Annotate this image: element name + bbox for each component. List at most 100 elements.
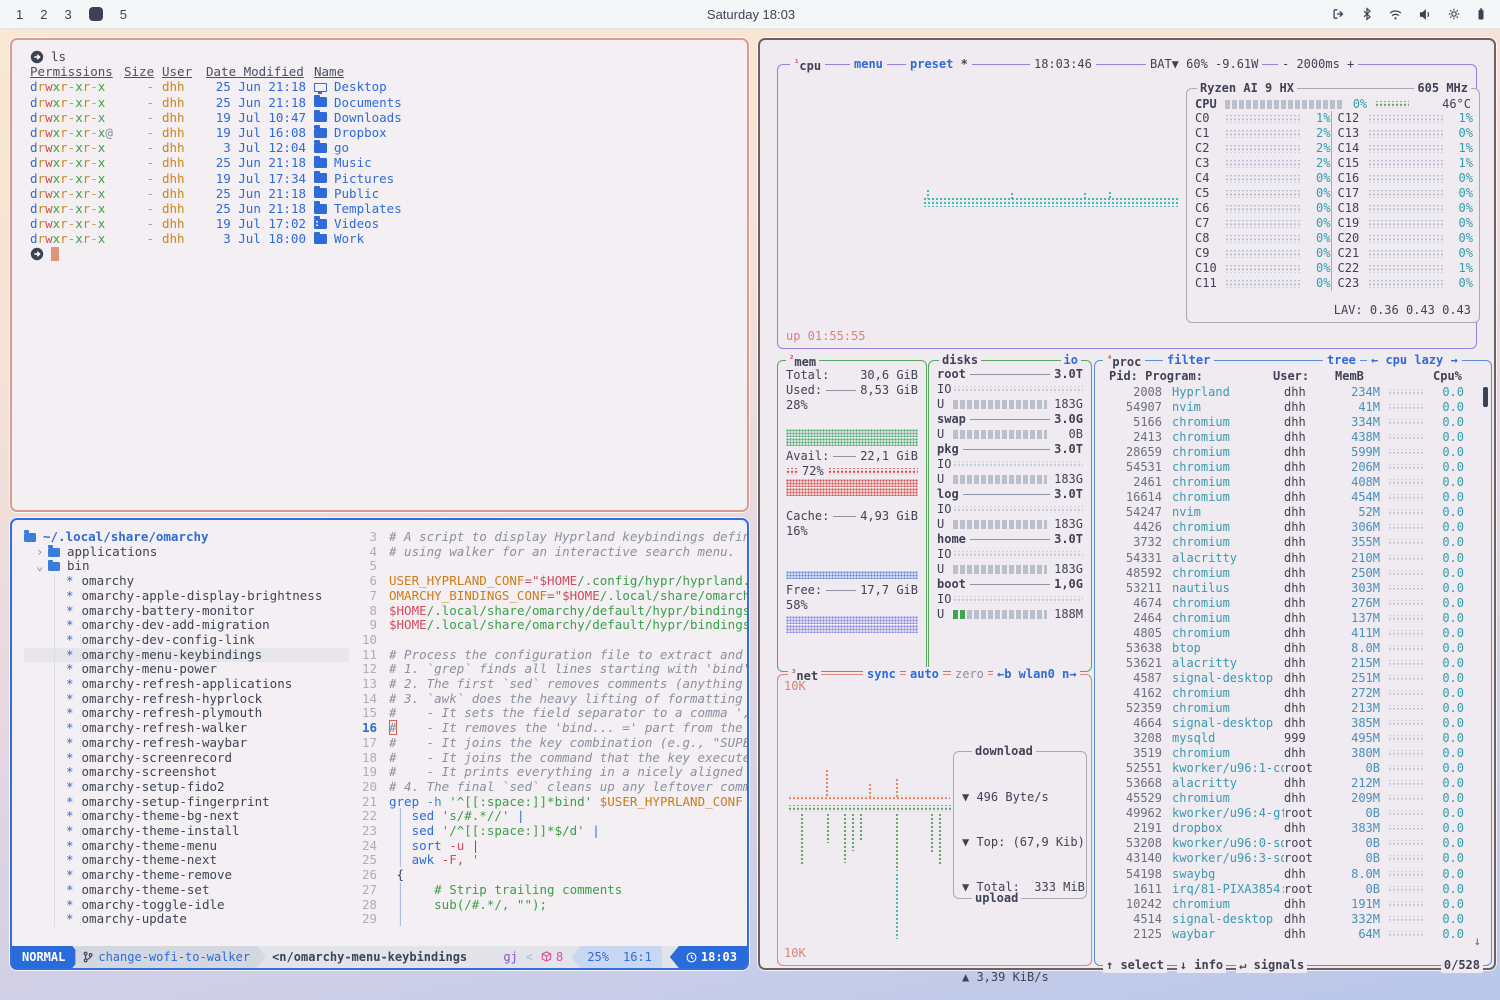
process-row-54331[interactable]: 54331alacrittydhh210M0.0 <box>1095 551 1481 566</box>
process-row-53638[interactable]: 53638btopdhh8.0M0.0 <box>1095 641 1481 656</box>
tree-dir-bin[interactable]: ⌄ bin <box>24 559 349 574</box>
menu-button[interactable]: menu <box>850 57 887 72</box>
tree-item-omarchy-screenshot[interactable]: *omarchy-screenshot <box>24 765 349 780</box>
tree-item-omarchy-apple-display-brightness[interactable]: *omarchy-apple-display-brightness <box>24 589 349 604</box>
process-row-4664[interactable]: 4664signal-desktopdhh385M0.0 <box>1095 716 1481 731</box>
process-row-52359[interactable]: 52359chromiumdhh213M0.0 <box>1095 701 1481 716</box>
code-editor[interactable]: 3# A script to display Hyprland keybindi… <box>349 520 747 946</box>
proc-select-hint[interactable]: ↑ select <box>1103 958 1167 973</box>
tree-item-omarchy-refresh-applications[interactable]: *omarchy-refresh-applications <box>24 677 349 692</box>
process-row-4587[interactable]: 4587signal-desktopdhh251M0.0 <box>1095 671 1481 686</box>
tree-item-omarchy-refresh-walker[interactable]: *omarchy-refresh-walker <box>24 721 349 736</box>
proc-filter-button[interactable]: filter <box>1163 353 1214 368</box>
process-row-3732[interactable]: 3732chromiumdhh355M0.0 <box>1095 535 1481 550</box>
battery-icon[interactable] <box>1476 7 1486 21</box>
tree-item-omarchy-theme-set[interactable]: *omarchy-theme-set <box>24 883 349 898</box>
process-row-5166[interactable]: 5166chromiumdhh334M0.0 <box>1095 415 1481 430</box>
process-row-49962[interactable]: 49962kworker/u96:4-gfroot0B0.0 <box>1095 806 1481 821</box>
workspace-5[interactable]: 5 <box>120 7 127 22</box>
tree-item-omarchy-menu-power[interactable]: *omarchy-menu-power <box>24 662 349 677</box>
process-row-48592[interactable]: 48592chromiumdhh250M0.0 <box>1095 566 1481 581</box>
process-row-3208[interactable]: 3208mysqld999495M0.0 <box>1095 731 1481 746</box>
process-row-43140[interactable]: 43140kworker/u96:3-sdroot0B0.0 <box>1095 851 1481 866</box>
workspace-4[interactable] <box>89 7 103 21</box>
tree-item-omarchy-theme-next[interactable]: *omarchy-theme-next <box>24 853 349 868</box>
process-row-4805[interactable]: 4805chromiumdhh411M0.0 <box>1095 626 1481 641</box>
process-row-3519[interactable]: 3519chromiumdhh380M0.0 <box>1095 746 1481 761</box>
col-memb[interactable]: MemB <box>1335 369 1364 384</box>
process-row-45529[interactable]: 45529chromiumdhh209M0.0 <box>1095 791 1481 806</box>
net-interface[interactable]: ←b wlan0 n→ <box>993 667 1080 682</box>
disks-title[interactable]: disks <box>939 353 981 368</box>
tree-item-omarchy-toggle-idle[interactable]: *omarchy-toggle-idle <box>24 898 349 913</box>
tree-item-omarchy-theme-install[interactable]: *omarchy-theme-install <box>24 824 349 839</box>
net-auto-button[interactable]: auto <box>906 667 943 682</box>
workspace-3[interactable]: 3 <box>64 7 71 22</box>
proc-scrollbar[interactable] <box>1483 387 1488 407</box>
tree-root[interactable]: ~/.local/share/omarchy <box>24 530 349 545</box>
process-row-53668[interactable]: 53668alacrittydhh212M0.0 <box>1095 776 1481 791</box>
tree-item-omarchy-refresh-hyprlock[interactable]: *omarchy-refresh-hyprlock <box>24 692 349 707</box>
scroll-down-icon[interactable]: ↓ <box>1474 934 1481 949</box>
net-zero-button[interactable]: zero <box>951 667 988 682</box>
tree-item-omarchy-update[interactable]: *omarchy-update <box>24 912 349 927</box>
workspace-2[interactable]: 2 <box>40 7 47 22</box>
process-row-4162[interactable]: 4162chromiumdhh272M0.0 <box>1095 686 1481 701</box>
bluetooth-icon[interactable] <box>1361 7 1373 21</box>
tab-cpu[interactable]: ¹cpu <box>790 57 825 74</box>
process-row-16614[interactable]: 16614chromiumdhh454M0.0 <box>1095 490 1481 505</box>
workspace-1[interactable]: 1 <box>16 7 23 22</box>
process-row-2008[interactable]: 2008Hyprlanddhh234M0.0 <box>1095 385 1481 400</box>
process-row-2125[interactable]: 2125waybardhh64M0.0 <box>1095 927 1481 942</box>
tree-item-omarchy-screenrecord[interactable]: *omarchy-screenrecord <box>24 751 349 766</box>
update-interval[interactable]: - 2000ms + <box>1278 57 1358 72</box>
col-user[interactable]: User: <box>1273 369 1309 384</box>
logout-icon[interactable] <box>1331 7 1346 21</box>
io-toggle[interactable]: io <box>1061 353 1081 368</box>
git-branch-segment[interactable]: change-wofi-to-walker <box>75 946 266 968</box>
process-row-2464[interactable]: 2464chromiumdhh137M0.0 <box>1095 611 1481 626</box>
tree-item-omarchy-dev-config-link[interactable]: *omarchy-dev-config-link <box>24 633 349 648</box>
wifi-icon[interactable] <box>1388 8 1403 21</box>
terminal-cursor[interactable] <box>51 247 59 261</box>
process-row-53208[interactable]: 53208kworker/u96:0-sdroot0B0.0 <box>1095 836 1481 851</box>
tab-proc[interactable]: ⁴proc <box>1103 353 1145 370</box>
col-pid-program[interactable]: Pid: Program: <box>1109 369 1203 384</box>
process-row-1611[interactable]: 1611irq/81-PIXA3854:root0B0.0 <box>1095 882 1481 897</box>
proc-info-hint[interactable]: ↓ info <box>1177 958 1226 973</box>
tree-item-omarchy-dev-add-migration[interactable]: *omarchy-dev-add-migration <box>24 618 349 633</box>
gear-icon[interactable] <box>1447 7 1461 21</box>
process-row-10242[interactable]: 10242chromiumdhh191M0.0 <box>1095 897 1481 912</box>
tree-item-omarchy-refresh-plymouth[interactable]: *omarchy-refresh-plymouth <box>24 706 349 721</box>
tree-dir-applications[interactable]: › applications <box>24 545 349 560</box>
process-row-52551[interactable]: 52551kworker/u96:1-coroot0B0.0 <box>1095 761 1481 776</box>
process-row-4514[interactable]: 4514signal-desktopdhh332M0.0 <box>1095 912 1481 927</box>
volume-icon[interactable] <box>1418 8 1432 21</box>
process-row-2191[interactable]: 2191dropboxdhh383M0.0 <box>1095 821 1481 836</box>
col-cpu[interactable]: Cpu% <box>1433 369 1462 384</box>
process-row-53621[interactable]: 53621alacrittydhh215M0.0 <box>1095 656 1481 671</box>
tree-item-omarchy-theme-menu[interactable]: *omarchy-theme-menu <box>24 839 349 854</box>
preset-button[interactable]: preset * <box>906 57 972 72</box>
process-row-54198[interactable]: 54198swaybgdhh8.0M0.0 <box>1095 867 1481 882</box>
process-row-4426[interactable]: 4426chromiumdhh306M0.0 <box>1095 520 1481 535</box>
tree-item-omarchy-setup-fido2[interactable]: *omarchy-setup-fido2 <box>24 780 349 795</box>
proc-sort-selector[interactable]: ← cpu lazy → <box>1367 353 1462 368</box>
net-sync-button[interactable]: sync <box>863 667 900 682</box>
process-row-4674[interactable]: 4674chromiumdhh276M0.0 <box>1095 596 1481 611</box>
tree-item-omarchy[interactable]: *omarchy <box>24 574 349 589</box>
tree-item-omarchy-menu-keybindings[interactable]: *omarchy-menu-keybindings <box>24 648 349 663</box>
tree-item-omarchy-setup-fingerprint[interactable]: *omarchy-setup-fingerprint <box>24 795 349 810</box>
process-row-54907[interactable]: 54907nvimdhh41M0.0 <box>1095 400 1481 415</box>
process-row-2413[interactable]: 2413chromiumdhh438M0.0 <box>1095 430 1481 445</box>
proc-tree-button[interactable]: tree <box>1323 353 1360 368</box>
tree-item-omarchy-theme-bg-next[interactable]: *omarchy-theme-bg-next <box>24 809 349 824</box>
process-row-54247[interactable]: 54247nvimdhh52M0.0 <box>1095 505 1481 520</box>
tree-item-omarchy-battery-monitor[interactable]: *omarchy-battery-monitor <box>24 604 349 619</box>
tree-item-omarchy-refresh-waybar[interactable]: *omarchy-refresh-waybar <box>24 736 349 751</box>
process-row-28659[interactable]: 28659chromiumdhh599M0.0 <box>1095 445 1481 460</box>
proc-signals-hint[interactable]: ↵ signals <box>1236 958 1307 973</box>
process-row-54531[interactable]: 54531chromiumdhh206M0.0 <box>1095 460 1481 475</box>
process-row-53211[interactable]: 53211nautilusdhh303M0.0 <box>1095 581 1481 596</box>
tree-item-omarchy-theme-remove[interactable]: *omarchy-theme-remove <box>24 868 349 883</box>
